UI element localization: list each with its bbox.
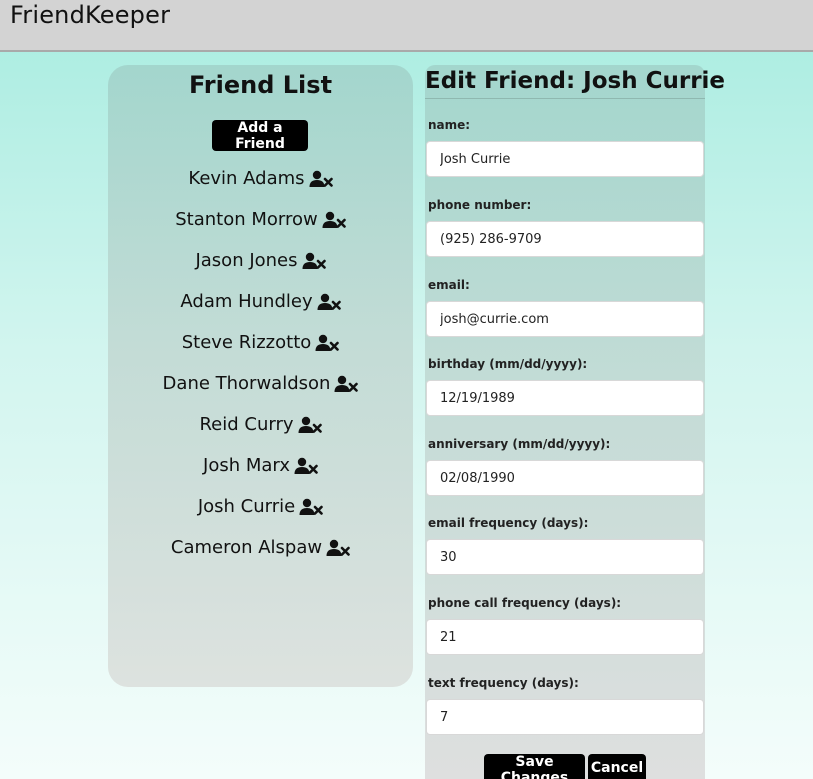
friend-name[interactable]: Jason Jones	[195, 250, 297, 271]
friend-item[interactable]: Reid Curry	[108, 404, 413, 445]
friend-item[interactable]: Cameron Alspaw	[108, 527, 413, 568]
friend-item[interactable]: Josh Marx	[108, 445, 413, 486]
user-remove-icon[interactable]	[309, 170, 333, 188]
add-friend-button[interactable]: Add a Friend	[212, 120, 308, 152]
friend-item[interactable]: Kevin Adams	[108, 158, 413, 199]
friend-name[interactable]: Adam Hundley	[180, 291, 312, 312]
friend-name[interactable]: Stanton Morrow	[175, 209, 318, 230]
friend-name[interactable]: Steve Rizzotto	[182, 332, 312, 353]
form-button-row: Save Changes Cancel	[425, 754, 705, 779]
save-changes-button[interactable]: Save Changes	[484, 754, 585, 779]
friend-name[interactable]: Josh Marx	[203, 455, 290, 476]
friend-list: Kevin Adams Stanton Morrow Jason Jones A…	[108, 158, 413, 568]
friend-list-heading: Friend List	[188, 71, 333, 99]
friend-name[interactable]: Dane Thorwaldson	[163, 373, 331, 394]
text-frequency-label: text frequency (days):	[428, 676, 579, 690]
app-title: FriendKeeper	[10, 1, 171, 29]
edit-friend-title: Edit Friend: Josh Currie	[425, 65, 725, 99]
email-frequency-label: email frequency (days):	[428, 516, 589, 530]
friend-item[interactable]: Adam Hundley	[108, 281, 413, 322]
phone-number-label: phone number:	[428, 198, 532, 212]
name-field[interactable]	[426, 141, 704, 177]
phone-call-frequency-label: phone call frequency (days):	[428, 596, 622, 610]
friend-list-panel: Friend List Add a Friend Kevin Adams Sta…	[108, 65, 413, 687]
friend-name[interactable]: Cameron Alspaw	[171, 537, 322, 558]
user-remove-icon[interactable]	[334, 375, 359, 393]
text-frequency-field[interactable]	[426, 699, 704, 735]
cancel-button[interactable]: Cancel	[588, 754, 646, 779]
user-remove-icon[interactable]	[294, 457, 318, 475]
friend-name[interactable]: Kevin Adams	[188, 168, 304, 189]
friend-item[interactable]: Steve Rizzotto	[108, 322, 413, 363]
friend-item[interactable]: Josh Currie	[108, 486, 413, 527]
friend-item[interactable]: Stanton Morrow	[108, 199, 413, 240]
user-remove-icon[interactable]	[298, 416, 322, 434]
friend-item[interactable]: Dane Thorwaldson	[108, 363, 413, 404]
friend-item[interactable]: Jason Jones	[108, 240, 413, 281]
user-remove-icon[interactable]	[317, 293, 341, 311]
phone-call-frequency-field[interactable]	[426, 619, 704, 655]
phone-number-field[interactable]	[426, 221, 704, 257]
birthday-field[interactable]	[426, 380, 704, 416]
birthday-label: birthday (mm/dd/yyyy):	[428, 357, 588, 371]
email-frequency-field[interactable]	[426, 539, 704, 575]
user-remove-icon[interactable]	[322, 211, 346, 229]
edit-friend-panel: Edit Friend: Josh Currie name: phone num…	[425, 65, 725, 779]
email-field[interactable]	[426, 301, 704, 337]
user-remove-icon[interactable]	[326, 539, 350, 557]
email-label: email:	[428, 278, 470, 292]
top-bar: FriendKeeper	[0, 0, 813, 52]
anniversary-field[interactable]	[426, 460, 704, 496]
friend-name[interactable]: Josh Currie	[198, 496, 295, 517]
user-remove-icon[interactable]	[299, 498, 323, 516]
anniversary-label: anniversary (mm/dd/yyyy):	[428, 437, 611, 451]
name-label: name:	[428, 118, 471, 132]
friend-name[interactable]: Reid Curry	[199, 414, 293, 435]
user-remove-icon[interactable]	[302, 252, 326, 270]
user-remove-icon[interactable]	[315, 334, 340, 352]
